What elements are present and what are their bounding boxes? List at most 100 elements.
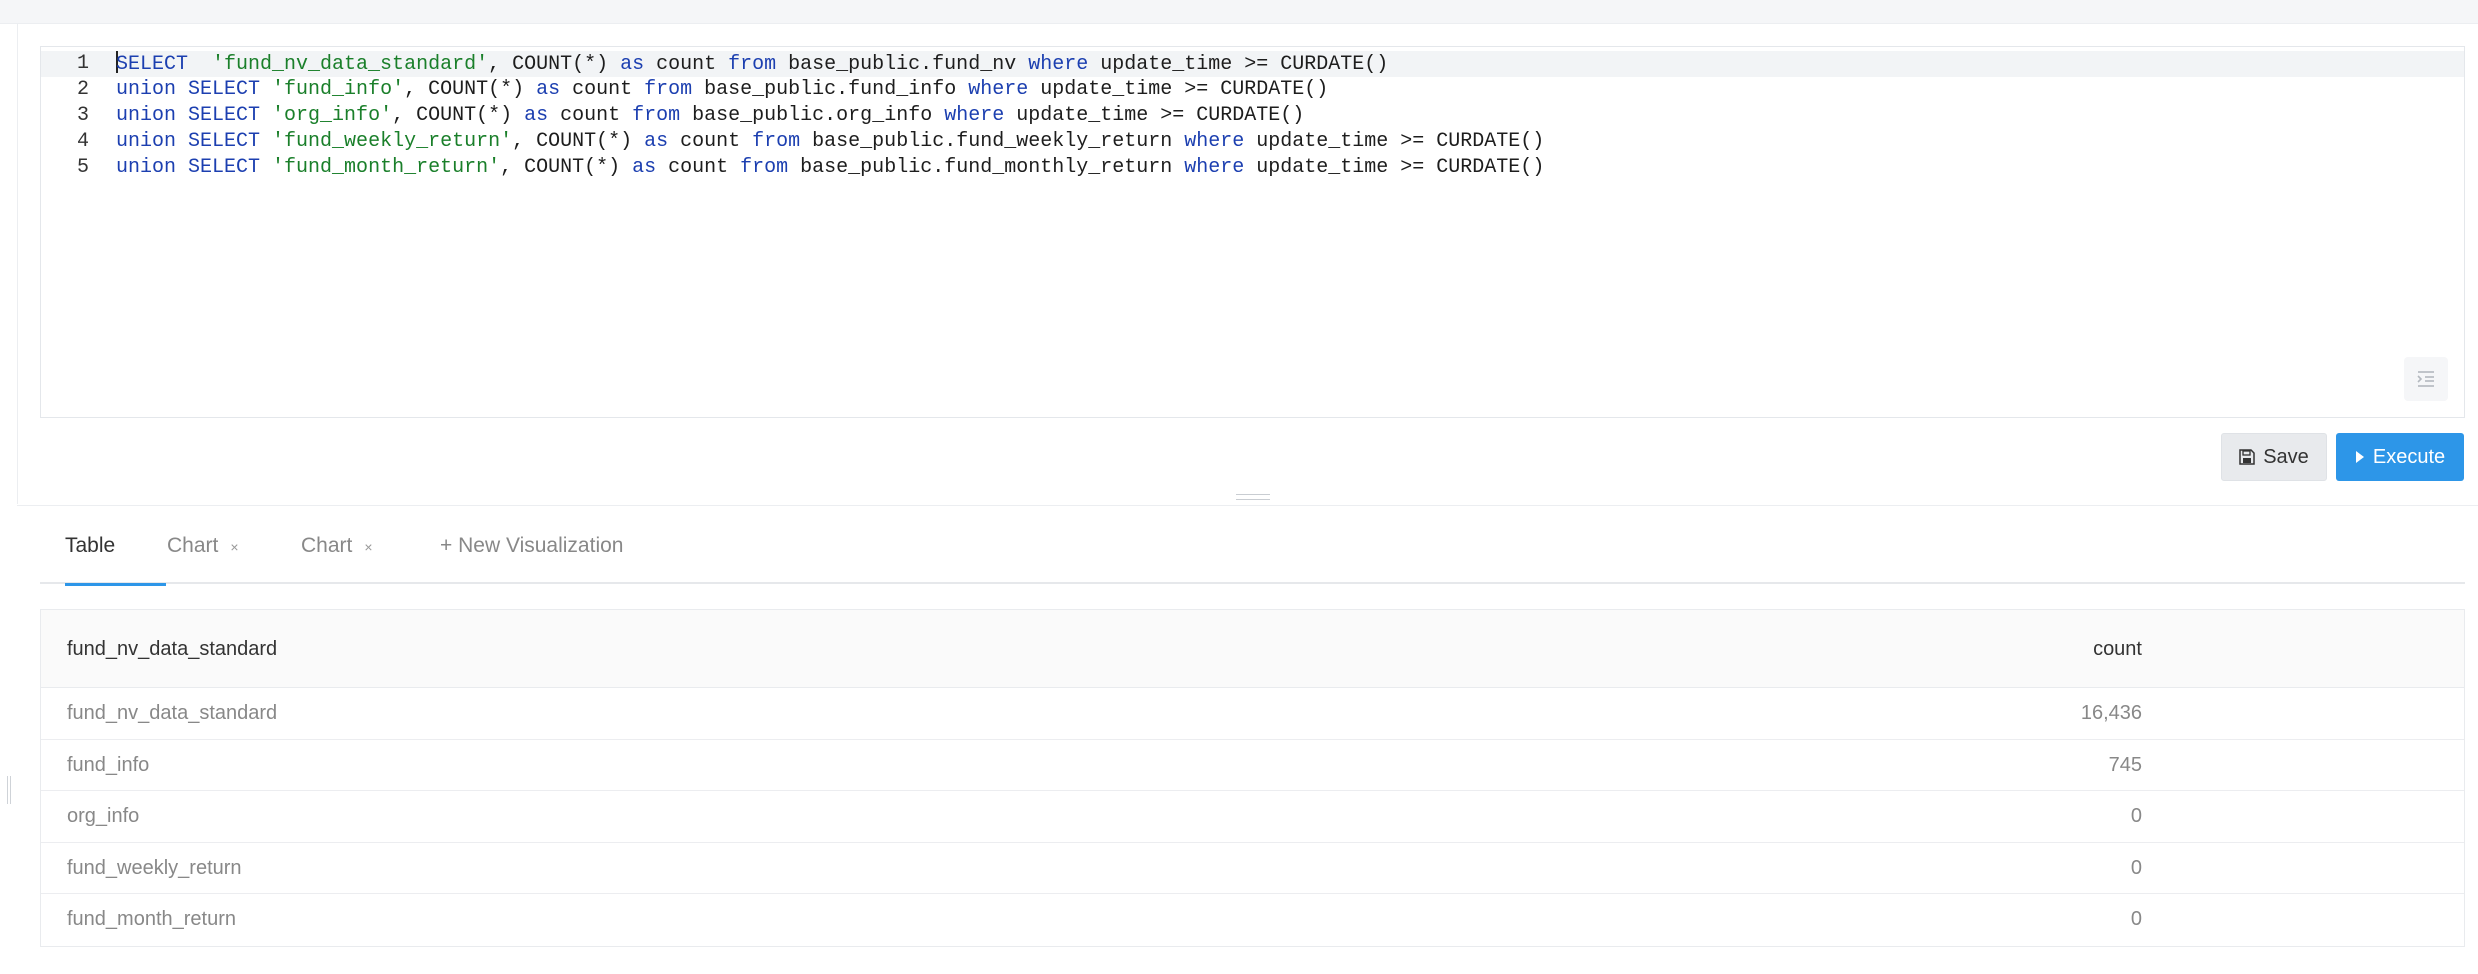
sql-editor[interactable]: 1 SELECT 'fund_nv_data_standard', COUNT(*… — [40, 46, 2465, 418]
tab-table[interactable]: Table — [65, 520, 166, 586]
code-token: count — [644, 53, 729, 76]
code-token: where — [944, 104, 1005, 127]
code-token: from — [632, 104, 681, 127]
code-token: union SELECT — [116, 130, 261, 153]
code-token: from — [644, 78, 693, 101]
pane-divider — [17, 505, 2478, 506]
format-query-button[interactable] — [2404, 357, 2448, 401]
code-lines[interactable]: 1 SELECT 'fund_nv_data_standard', COUNT(*… — [41, 51, 2464, 181]
code-token: update_time >= CURDATE() — [1004, 104, 1305, 127]
code-token: from — [740, 156, 789, 179]
cell-name: fund_info — [67, 753, 150, 776]
save-button-label: Save — [2263, 445, 2309, 468]
code-token: where — [1184, 156, 1245, 179]
code-text: union SELECT 'fund_info', COUNT(*) as co… — [116, 77, 1328, 103]
code-text: union SELECT 'fund_month_return', COUNT(… — [116, 155, 1544, 181]
code-token: count — [656, 156, 741, 179]
table-header: fund_nv_data_standard count — [41, 610, 2464, 688]
execute-button-label: Execute — [2372, 445, 2446, 468]
code-line[interactable]: 1 SELECT 'fund_nv_data_standard', COUNT(*… — [41, 51, 2464, 77]
code-token: count — [548, 104, 633, 127]
code-text: union SELECT 'org_info', COUNT(*) as cou… — [116, 103, 1304, 129]
code-token: as — [620, 53, 645, 76]
code-line[interactable]: 5 union SELECT 'fund_month_return', COUNT… — [41, 155, 2464, 181]
code-token: union SELECT — [116, 156, 261, 179]
cell-name: fund_nv_data_standard — [67, 702, 278, 724]
visualization-tabs: Table Chart × Chart × + New Visualization — [40, 520, 2465, 586]
code-token: from — [728, 53, 777, 76]
code-token: update_time >= CURDATE() — [1088, 53, 1389, 76]
cell-count: 0 — [2130, 908, 2142, 930]
tab-chart-1[interactable]: Chart × — [167, 520, 239, 584]
code-token: base_public.fund_nv — [776, 53, 1029, 76]
code-token: , COUNT(*) — [404, 78, 537, 101]
code-token: base_public.fund_monthly_return — [788, 156, 1185, 179]
side-resize-handle[interactable] — [7, 776, 11, 804]
cell-name: fund_month_return — [67, 908, 237, 930]
save-button[interactable]: Save — [2221, 433, 2327, 481]
code-token: , COUNT(*) — [512, 130, 645, 153]
pane-resize-handle[interactable] — [1236, 494, 1270, 500]
new-visualization-tab[interactable]: + New Visualization — [440, 520, 623, 584]
cell-count: 745 — [2108, 753, 2142, 776]
tab-label: Chart — [167, 534, 219, 557]
line-number: 1 — [76, 52, 89, 75]
code-token: as — [536, 78, 561, 101]
code-token: 'fund_month_return' — [272, 156, 501, 179]
code-token: 'fund_nv_data_standard' — [212, 53, 489, 76]
code-token: union SELECT — [116, 78, 261, 101]
column-header-name[interactable]: fund_nv_data_standard — [67, 610, 277, 688]
code-token: 'fund_weekly_return' — [272, 130, 513, 153]
code-token: where — [1028, 53, 1089, 76]
cell-count: 0 — [2130, 805, 2142, 827]
cell-count: 16,436 — [2080, 702, 2142, 724]
code-token: as — [644, 130, 669, 153]
code-line[interactable]: 2 union SELECT 'fund_info', COUNT(*) as c… — [41, 77, 2464, 103]
table-row: org_info 0 — [41, 791, 2464, 843]
code-token: SELECT — [116, 53, 189, 76]
code-token: base_public.fund_info — [692, 78, 969, 101]
code-token: update_time >= CURDATE() — [1028, 78, 1329, 101]
indent-icon — [2417, 371, 2434, 387]
code-token: as — [632, 156, 657, 179]
floppy-disk-icon — [2239, 449, 2255, 465]
code-token: where — [968, 78, 1029, 101]
code-token: , COUNT(*) — [488, 53, 621, 76]
code-token: update_time >= CURDATE() — [1244, 130, 1545, 153]
code-line[interactable]: 4 union SELECT 'fund_weekly_return', COUN… — [41, 129, 2464, 155]
execute-button[interactable]: Execute — [2336, 433, 2464, 481]
code-token: from — [752, 130, 801, 153]
code-token: where — [1184, 130, 1245, 153]
table-row: fund_weekly_return 0 — [41, 843, 2464, 894]
code-line[interactable]: 3 union SELECT 'org_info', COUNT(*) as co… — [41, 103, 2464, 129]
close-icon[interactable]: × — [230, 539, 238, 555]
tab-chart-2[interactable]: Chart × — [301, 520, 373, 584]
top-bar — [0, 0, 2478, 24]
code-token: , COUNT(*) — [392, 104, 525, 127]
table-row: fund_info 745 — [41, 740, 2464, 791]
results-table: fund_nv_data_standard count fund_nv_data… — [40, 609, 2465, 947]
play-icon — [2355, 451, 2364, 463]
line-number: 2 — [76, 78, 89, 101]
code-token: update_time >= CURDATE() — [1244, 156, 1545, 179]
column-header-count[interactable]: count — [2093, 610, 2142, 688]
table-row: fund_nv_data_standard 16,436 — [41, 688, 2464, 740]
code-token: as — [524, 104, 549, 127]
tab-label: + New Visualization — [440, 534, 624, 557]
code-token: 'fund_info' — [272, 78, 405, 101]
code-token: base_public.fund_weekly_return — [800, 130, 1185, 153]
cell-name: org_info — [67, 805, 140, 827]
line-number: 5 — [76, 156, 89, 179]
code-token: 'org_info' — [272, 104, 393, 127]
close-icon[interactable]: × — [364, 539, 372, 555]
code-token: count — [560, 78, 645, 101]
code-text: union SELECT 'fund_weekly_return', COUNT… — [116, 129, 1544, 155]
cell-name: fund_weekly_return — [67, 856, 242, 879]
tab-label: Table — [65, 534, 116, 557]
line-number: 3 — [76, 104, 89, 127]
table-row: fund_month_return 0 — [41, 894, 2464, 946]
